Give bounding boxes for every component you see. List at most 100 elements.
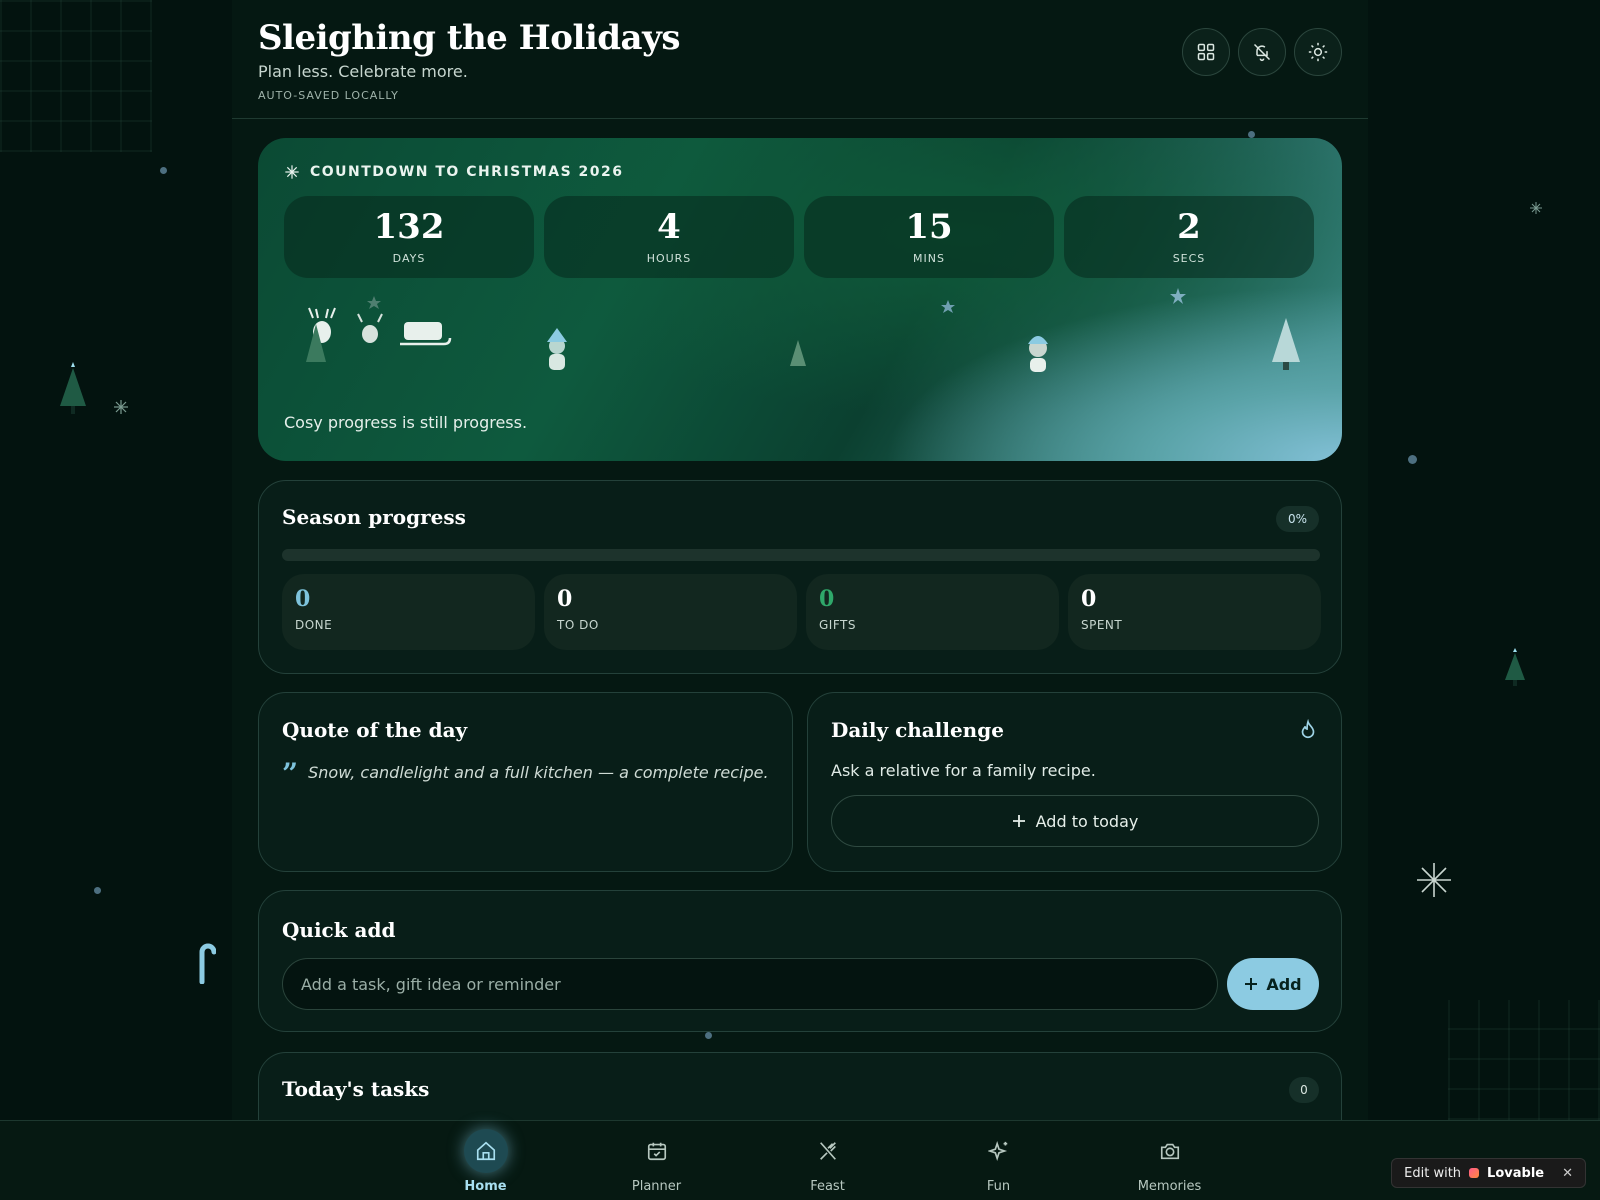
snowflake-icon (285, 165, 299, 179)
theme-toggle-button[interactable] (1294, 28, 1342, 76)
countdown-secs: 2 SECS (1064, 196, 1314, 278)
quote-icon: ” (282, 757, 299, 790)
edit-with-lovable-badge[interactable]: Edit with Lovable ✕ (1391, 1158, 1586, 1188)
quick-add-input[interactable] (282, 958, 1218, 1010)
daily-challenge-card: Daily challenge Ask a relative for a fam… (807, 692, 1342, 872)
reindeer-icon (357, 313, 383, 343)
progress-bar (282, 549, 1320, 561)
countdown-hours-label: HOURS (646, 251, 692, 265)
quick-add-button[interactable]: Add (1227, 958, 1319, 1010)
quote-card: Quote of the day ” Snow, candlelight and… (258, 692, 793, 872)
plus-icon (1012, 815, 1025, 827)
plaid-pattern-top-left (0, 0, 152, 152)
quick-add-title: Quick add (282, 918, 396, 942)
snowflake-icon (1417, 863, 1451, 897)
todays-tasks-title: Today's tasks (282, 1077, 430, 1101)
countdown-label: COUNTDOWN TO CHRISTMAS 2026 (284, 164, 624, 180)
countdown-days-value: 132 (373, 206, 445, 247)
countdown-label-text: COUNTDOWN TO CHRISTMAS 2026 (310, 164, 624, 180)
home-icon (463, 1128, 508, 1173)
plaid-pattern-bottom-right (1448, 1000, 1600, 1120)
elf-icon (547, 328, 567, 370)
utensils-icon (806, 1129, 850, 1173)
star-icon (941, 300, 955, 313)
camera-icon (1148, 1129, 1192, 1173)
progress-percent-badge: 0% (1275, 506, 1319, 532)
tasks-count-badge: 0 (1289, 1077, 1319, 1103)
countdown-days-label: DAYS (392, 251, 426, 265)
tree-icon (790, 340, 806, 366)
add-to-today-button[interactable]: Add to today (831, 795, 1319, 847)
countdown-hours: 4 HOURS (544, 196, 794, 278)
daily-challenge-title: Daily challenge (831, 718, 1004, 742)
bell-off-icon (1253, 43, 1271, 62)
lovable-brand: Lovable (1487, 1165, 1545, 1181)
nav-memories[interactable]: Memories (1084, 1121, 1255, 1200)
sun-icon (1308, 42, 1328, 62)
layout-grid-button[interactable] (1182, 28, 1230, 76)
daily-challenge-text: Ask a relative for a family recipe. (831, 761, 1096, 780)
nav-fun-label: Fun (986, 1178, 1011, 1194)
calendar-check-icon (635, 1129, 679, 1173)
nav-planner[interactable]: Planner (571, 1121, 742, 1200)
stat-todo: 0 TO DO (544, 574, 797, 650)
plus-icon (1245, 978, 1258, 990)
christmas-tree-icon (60, 362, 86, 414)
countdown-mins-value: 15 (905, 206, 953, 247)
stat-gifts-label: GIFTS (819, 618, 856, 632)
snowflake-icon (1530, 202, 1542, 214)
nav-feast[interactable]: Feast (742, 1121, 913, 1200)
nav-home[interactable]: Home (400, 1121, 571, 1200)
bottom-navigation: Home Planner Feast Fun Memories (0, 1120, 1600, 1200)
countdown-secs-label: SECS (1172, 251, 1206, 265)
nav-planner-label: Planner (631, 1178, 682, 1194)
countdown-units: 132 DAYS 4 HOURS 15 MINS 2 SECS (284, 196, 1314, 278)
stat-gifts: 0 GIFTS (806, 574, 1059, 650)
notifications-toggle-button[interactable] (1238, 28, 1286, 76)
countdown-secs-value: 2 (1177, 206, 1201, 247)
countdown-mins: 15 MINS (804, 196, 1054, 278)
snow-dot (1408, 455, 1417, 464)
stat-done-value: 0 (295, 586, 311, 612)
tree-icon (1272, 318, 1300, 370)
snowflake-icon (114, 400, 128, 414)
stat-done-label: DONE (295, 618, 333, 632)
countdown-card: COUNTDOWN TO CHRISTMAS 2026 132 DAYS 4 H… (258, 138, 1342, 461)
stat-done: 0 DONE (282, 574, 535, 650)
snow-dot (94, 887, 101, 894)
quote-title: Quote of the day (282, 718, 468, 742)
quick-add-card: Quick add Add (258, 890, 1342, 1032)
quick-add-button-label: Add (1266, 974, 1302, 994)
app-header: Sleighing the Holidays Plan less. Celebr… (258, 18, 1342, 118)
season-progress-title: Season progress (282, 505, 466, 529)
sparkles-icon (977, 1129, 1021, 1173)
stat-spent: 0 SPENT (1068, 574, 1321, 650)
countdown-mins-label: MINS (913, 251, 945, 265)
grid-icon (1197, 43, 1215, 61)
stat-spent-value: 0 (1081, 586, 1097, 612)
close-badge-button[interactable]: ✕ (1562, 1166, 1573, 1181)
snow-dot (160, 167, 167, 174)
stat-spent-label: SPENT (1081, 618, 1123, 632)
header-actions (1182, 28, 1342, 76)
quote-text: Snow, candlelight and a full kitchen — a… (308, 763, 769, 782)
progress-stats: 0 DONE 0 TO DO 0 GIFTS 0 SPENT (282, 574, 1321, 650)
nav-home-label: Home (464, 1178, 507, 1194)
app-tagline: Plan less. Celebrate more. (258, 62, 468, 81)
stat-todo-label: TO DO (557, 618, 599, 632)
countdown-days: 132 DAYS (284, 196, 534, 278)
countdown-hours-value: 4 (657, 206, 681, 247)
nav-memories-label: Memories (1137, 1178, 1202, 1194)
season-progress-card: Season progress 0% 0 DONE 0 TO DO 0 GIFT… (258, 480, 1342, 674)
autosave-status: AUTO-SAVED LOCALLY (258, 89, 399, 102)
add-to-today-label: Add to today (1035, 811, 1139, 831)
header-divider (232, 118, 1368, 119)
sleigh-icon (400, 322, 452, 346)
nav-fun[interactable]: Fun (913, 1121, 1084, 1200)
star-icon (367, 296, 381, 309)
lovable-prefix: Edit with (1404, 1165, 1462, 1181)
star-icon (1170, 288, 1186, 304)
countdown-message: Cosy progress is still progress. (284, 413, 528, 432)
stat-gifts-value: 0 (819, 586, 835, 612)
christmas-tree-icon (1505, 648, 1525, 686)
